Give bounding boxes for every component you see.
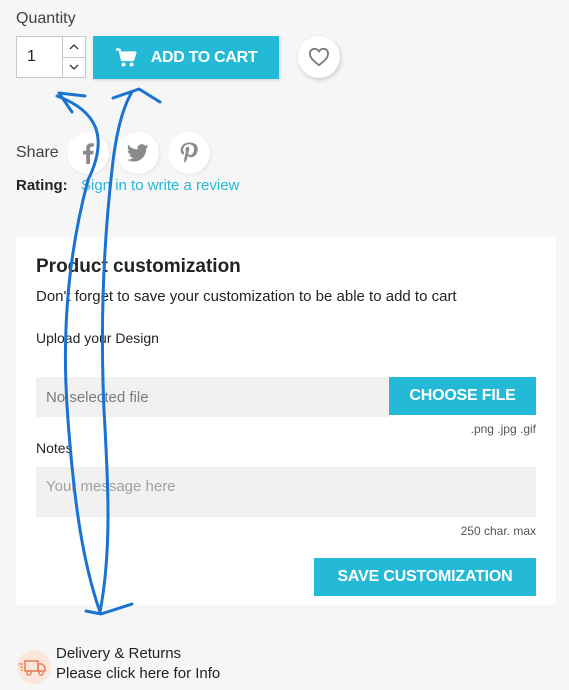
char-max-hint: 250 char. max [460,524,536,538]
choose-file-button[interactable]: CHOOSE FILE [389,377,536,415]
delivery-truck-icon [16,649,52,685]
annotation-arrowhead-top [111,87,162,104]
heart-icon [308,47,330,67]
add-to-cart-label: ADD TO CART [150,48,258,66]
quantity-input[interactable] [17,37,62,77]
chevron-up-icon [69,43,79,50]
customization-description: Don't forget to save your customization … [36,288,457,305]
notes-placeholder: Your message here [46,478,176,495]
delivery-info-link[interactable]: Please click here for Info [56,665,220,682]
notes-label: Notes [36,440,73,456]
sign-in-review-link[interactable]: Sign in to write a review [81,177,239,194]
share-facebook-button[interactable] [67,132,109,174]
file-types-hint: .png .jpg .gif [470,422,536,436]
pinterest-icon [180,142,198,163]
facebook-icon [83,143,94,164]
quantity-increase-button[interactable] [63,37,85,57]
delivery-returns-title[interactable]: Delivery & Returns [56,645,181,662]
notes-textarea[interactable]: Your message here [36,467,536,517]
add-to-cart-button[interactable]: ADD TO CART [93,36,279,79]
chevron-down-icon [69,64,79,71]
save-customization-button[interactable]: SAVE CUSTOMIZATION [314,558,536,596]
share-twitter-button[interactable] [117,132,159,174]
file-input-display[interactable]: No selected file [36,377,389,417]
wishlist-button[interactable] [298,36,340,78]
quantity-label: Quantity [16,10,76,27]
customization-title: Product customization [36,256,241,277]
annotation-arrowhead-bottom [84,602,134,616]
upload-design-label: Upload your Design [36,330,159,346]
annotation-arrowhead-left [57,91,87,114]
twitter-icon [127,144,149,162]
file-placeholder: No selected file [46,388,149,406]
rating-label: Rating: [16,177,68,194]
cart-icon [115,47,137,68]
quantity-decrease-button[interactable] [63,56,85,77]
share-pinterest-button[interactable] [168,132,210,174]
quantity-stepper[interactable] [16,36,86,78]
share-label: Share [16,144,59,161]
